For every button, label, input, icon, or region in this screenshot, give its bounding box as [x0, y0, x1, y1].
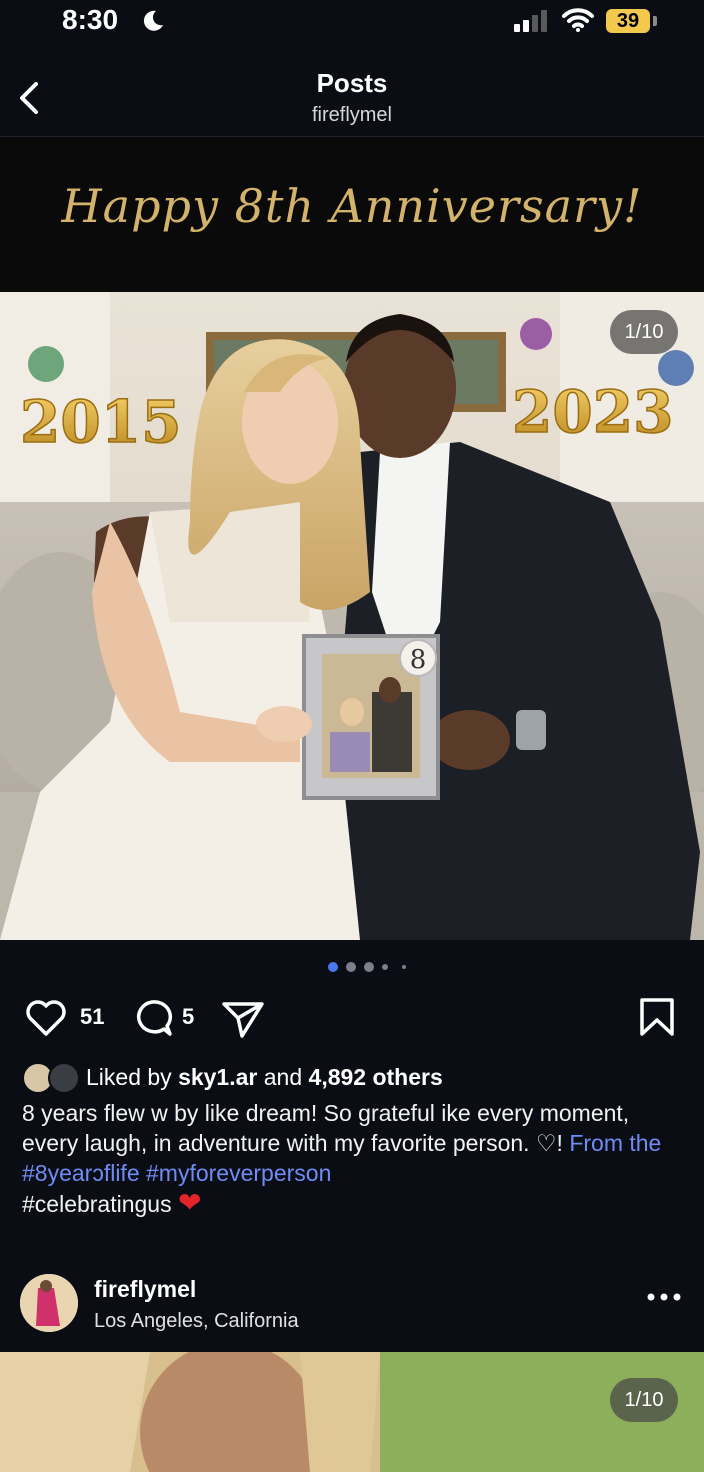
liker-avatar [48, 1062, 80, 1094]
post-photo-illustration: 2015 2023 8 [0, 292, 704, 940]
caption-tail[interactable]: #celebratingus [22, 1191, 172, 1217]
carousel-dot [364, 962, 374, 972]
caption-text: 8 years flew w by like dream! So gratefu… [22, 1100, 630, 1156]
carousel-dot-active [328, 962, 338, 972]
balloon-2023: 2023 [512, 378, 673, 446]
posts-header: Posts fireflymel [0, 56, 704, 137]
bookmark-icon[interactable] [638, 996, 676, 1038]
comment-count[interactable]: 5 [182, 1004, 194, 1030]
next-post-header: fireflymel Los Angeles, California [0, 1270, 704, 1350]
balloon-2015: 2015 [20, 388, 181, 456]
battery-indicator: 39 [606, 9, 650, 33]
more-icon[interactable] [646, 1292, 682, 1302]
post-author[interactable]: fireflymel [94, 1276, 196, 1303]
image-counter: 1/10 [610, 310, 678, 354]
header-username[interactable]: fireflymel [0, 104, 704, 127]
share-icon[interactable] [220, 998, 266, 1038]
post-caption: 8 years flew w by like dream! So gratefu… [22, 1098, 682, 1219]
like-count[interactable]: 51 [80, 1004, 104, 1030]
likes-text: Liked by sky1.ar and 4,892 others [86, 1064, 443, 1091]
likes-others[interactable]: 4,892 others [309, 1064, 443, 1090]
post-actions: 51 5 [0, 992, 704, 1044]
carousel-dot [346, 962, 356, 972]
carousel-dot [382, 964, 388, 970]
comment-icon[interactable] [130, 998, 174, 1038]
wifi-icon [562, 8, 594, 32]
post-location[interactable]: Los Angeles, California [94, 1310, 299, 1333]
likes-prefix: Liked by [86, 1064, 172, 1090]
status-time: 8:30 [62, 4, 119, 35]
post-image[interactable]: 2015 2023 8 1/10 [0, 292, 704, 940]
battery-tip [653, 16, 657, 26]
heart-emoji: ❤ [178, 1187, 202, 1218]
moon-icon [143, 10, 163, 31]
avatar[interactable] [20, 1274, 78, 1332]
next-photo-illustration [0, 1352, 704, 1472]
liked-by-user[interactable]: sky1.ar [178, 1064, 257, 1090]
status-bar: 8:30 39 [0, 0, 704, 44]
likes-connector: and [263, 1064, 303, 1090]
banner-title: Happy 8th Anniversary! [61, 179, 643, 233]
heart-icon[interactable] [24, 998, 68, 1038]
carousel-dot [402, 965, 406, 969]
post-banner: Happy 8th Anniversary! [0, 137, 704, 292]
next-post-image[interactable]: 1/10 [0, 1352, 704, 1472]
frame-number: 8 [410, 645, 427, 675]
page-title: Posts [316, 68, 388, 98]
signal-icon [514, 10, 547, 32]
next-image-counter: 1/10 [610, 1378, 678, 1422]
